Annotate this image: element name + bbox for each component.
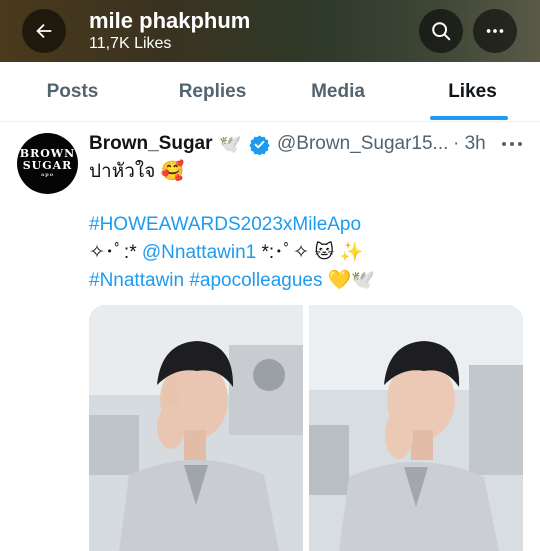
tweet-text-line: ปาหัวใจ 🥰 xyxy=(89,161,185,182)
more-button[interactable] xyxy=(473,9,517,53)
mention-prefix: ✧･ﾟ:* xyxy=(89,242,142,263)
author-name[interactable]: Brown_Sugar xyxy=(89,132,213,156)
back-arrow-icon xyxy=(36,23,52,39)
ellipsis-icon[interactable] xyxy=(500,136,524,152)
hashtags-line: #Nnattawin #apocolleagues 💛🕊️ xyxy=(89,269,375,293)
mention-link[interactable]: @Nnattawin1 xyxy=(142,242,256,263)
hashtag-link[interactable]: #HOWEAWARDS2023xMileApo xyxy=(89,213,361,237)
tweet-media xyxy=(89,305,523,551)
avatar-text-line2: SUGAR xyxy=(22,159,73,172)
back-button[interactable] xyxy=(22,9,66,53)
mention-suffix: *:･ﾟ✧ 🐱 ✨ xyxy=(256,242,364,263)
search-icon xyxy=(432,22,451,41)
profile-name: mile phakphum xyxy=(89,8,251,33)
hashtag-link-apocolleagues[interactable]: #apocolleagues xyxy=(189,270,322,291)
tab-media[interactable]: Media xyxy=(268,62,408,122)
tab-likes[interactable]: Likes xyxy=(405,62,540,122)
active-tab-indicator xyxy=(430,116,508,120)
photo-left-image xyxy=(89,305,303,551)
profile-header: mile phakphum 11,7K Likes xyxy=(0,0,540,62)
avatar-text-line3: apo xyxy=(40,172,55,178)
search-button[interactable] xyxy=(419,9,463,53)
photo-right-image xyxy=(309,305,523,551)
likes-count: 11,7K Likes xyxy=(89,35,172,52)
hashtag-suffix: 💛🕊️ xyxy=(322,270,376,291)
photo-left[interactable] xyxy=(89,305,303,551)
tab-posts[interactable]: Posts xyxy=(0,62,145,122)
tab-replies[interactable]: Replies xyxy=(140,62,285,122)
avatar[interactable]: BROWN SUGAR apo xyxy=(17,133,78,194)
more-icon xyxy=(486,29,504,33)
hashtag-link-nnattawin[interactable]: #Nnattawin xyxy=(89,270,184,291)
verified-badge-icon xyxy=(249,135,270,155)
mention-line: ✧･ﾟ:* @Nnattawin1 *:･ﾟ✧ 🐱 ✨ xyxy=(89,241,363,265)
name-emoji: 🕊️ xyxy=(219,134,242,154)
profile-tabs: Posts Replies Media Likes xyxy=(0,62,540,122)
photo-right[interactable] xyxy=(309,305,523,551)
post-time[interactable]: · 3h xyxy=(453,132,486,156)
author-handle[interactable]: @Brown_Sugar15... xyxy=(277,132,448,156)
